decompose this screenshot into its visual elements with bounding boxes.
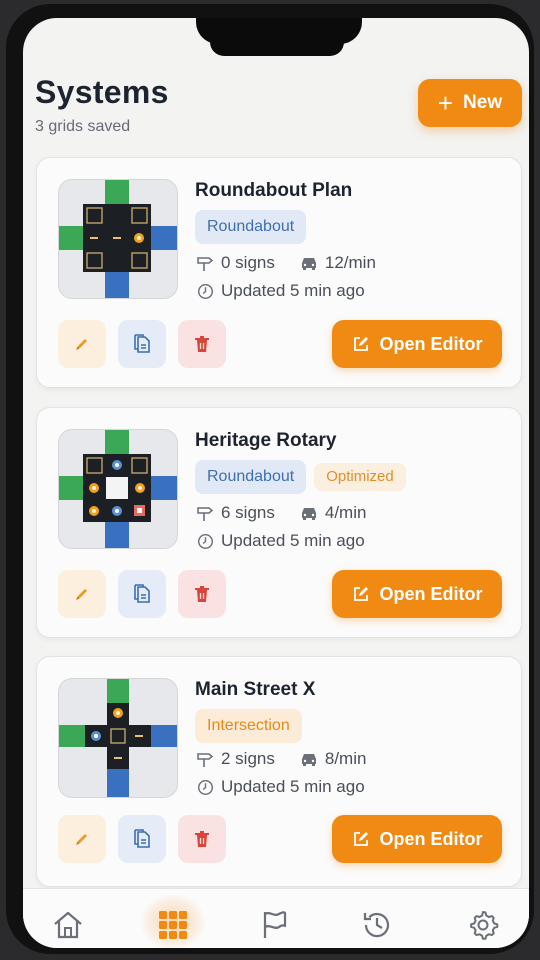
system-card[interactable]: Main Street X Intersection 2 signs 8/min [36,656,522,887]
device-frame: Systems 3 grids saved + New Roundabout P… [6,4,534,954]
system-card[interactable]: Heritage Rotary Roundabout Optimized 6 s… [36,407,522,638]
rename-button[interactable] [58,320,106,368]
delete-button[interactable] [178,815,226,863]
page-title: Systems [35,74,169,110]
grid-preview-image [59,180,177,298]
open-editor-label: Open Editor [379,828,483,849]
stats-row: 0 signs 12/min [195,253,376,273]
gear-icon [470,911,499,940]
flag-icon [263,911,287,938]
signs-count: 2 signs [221,749,275,768]
tag-list: Intersection [195,709,302,743]
grid-thumbnail[interactable] [58,678,178,798]
type-tag: Roundabout [195,460,307,494]
car-icon [299,749,319,769]
card-title: Roundabout Plan [195,180,353,201]
card-title: Heritage Rotary [195,430,337,451]
pencil-icon [76,589,87,600]
delete-button[interactable] [178,570,226,618]
signpost-icon [195,749,215,769]
trash-icon [195,336,209,352]
type-tag: Intersection [195,709,302,743]
car-icon [299,503,319,523]
updated-row: Updated 5 min ago [195,531,365,551]
signs-count: 6 signs [221,503,275,522]
open-editor-button[interactable]: Open Editor [332,815,502,863]
copy-icon [134,584,150,603]
signpost-icon [195,253,215,273]
updated-time: Updated 5 min ago [221,281,365,300]
copy-icon [134,334,150,353]
plus-icon: + [437,88,454,118]
duplicate-button[interactable] [118,320,166,368]
edit-square-icon [353,832,368,846]
tab-home[interactable] [50,907,86,943]
bottom-tab-bar [23,888,529,948]
system-card[interactable]: Roundabout Plan Roundabout 0 signs 12/mi… [36,157,522,388]
new-system-button[interactable]: + New [418,79,522,127]
signpost-icon [195,503,215,523]
trash-icon [195,831,209,847]
updated-row: Updated 5 min ago [195,777,365,797]
delete-button[interactable] [178,320,226,368]
history-icon [363,912,390,938]
dynamic-island [210,28,344,56]
edit-square-icon [353,587,368,601]
clock-icon [195,777,215,797]
pencil-icon [76,339,87,350]
duplicate-button[interactable] [118,815,166,863]
grid-thumbnail[interactable] [58,179,178,299]
status-badge: Optimized [314,463,406,491]
traffic-rate: 12/min [324,253,376,272]
type-tag: Roundabout [195,210,307,244]
updated-row: Updated 5 min ago [195,281,365,301]
app-screen: Systems 3 grids saved + New Roundabout P… [23,18,529,948]
traffic-rate: 4/min [324,503,367,522]
updated-time: Updated 5 min ago [221,531,365,550]
rename-button[interactable] [58,570,106,618]
edit-square-icon [353,337,368,351]
updated-time: Updated 5 min ago [221,777,365,796]
trash-icon [195,586,209,602]
copy-icon [134,829,150,848]
tab-flags[interactable] [257,907,293,943]
grid-icon [159,911,187,939]
open-editor-label: Open Editor [379,333,483,354]
open-editor-button[interactable]: Open Editor [332,320,502,368]
clock-icon [195,281,215,301]
open-editor-label: Open Editor [379,583,483,604]
grid-preview-image [59,679,177,797]
stats-row: 2 signs 8/min [195,749,366,769]
signs-count: 0 signs [221,253,275,272]
rename-button[interactable] [58,815,106,863]
tag-list: Roundabout Optimized [195,460,406,494]
stats-row: 6 signs 4/min [195,503,366,523]
home-icon [54,911,82,939]
traffic-rate: 8/min [324,749,367,768]
tag-list: Roundabout [195,210,307,244]
pencil-icon [76,834,87,845]
grid-preview-image [59,430,177,548]
clock-icon [195,531,215,551]
tab-settings[interactable] [465,907,501,943]
duplicate-button[interactable] [118,570,166,618]
grid-thumbnail[interactable] [58,429,178,549]
new-button-label: New [463,92,503,113]
tab-grids[interactable] [155,907,191,943]
card-title: Main Street X [195,679,316,700]
tab-history[interactable] [359,907,395,943]
car-icon [299,253,319,273]
page-subtitle: 3 grids saved [35,118,131,135]
open-editor-button[interactable]: Open Editor [332,570,502,618]
